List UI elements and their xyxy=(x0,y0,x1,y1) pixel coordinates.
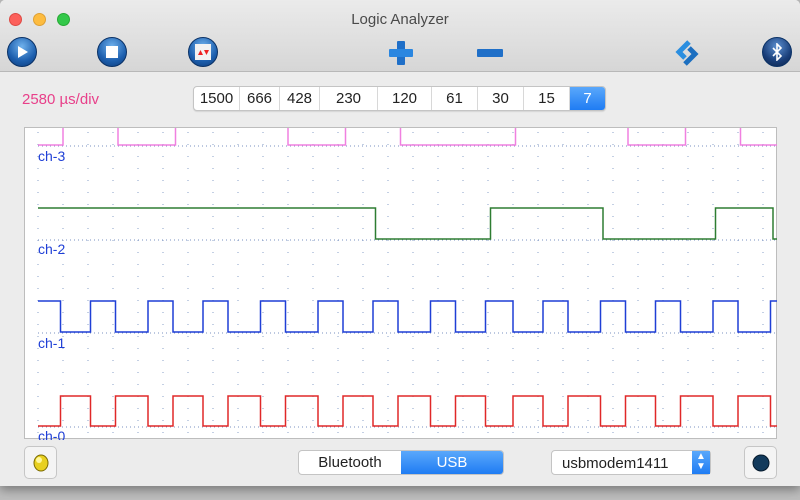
port-popup[interactable]: usbmodem1411 ▲ ▼ xyxy=(551,450,711,475)
timebase-label: 2580 µs/div xyxy=(22,91,100,108)
channel-label: ch-3 xyxy=(38,148,65,164)
channel-label: ch-1 xyxy=(38,335,65,351)
yellow-led-icon xyxy=(33,454,48,471)
timebase-selector[interactable]: 1500 666 428 230 120 61 30 15 7 xyxy=(193,86,606,111)
trigger-button[interactable] xyxy=(188,37,218,67)
sync-icon[interactable] xyxy=(673,40,701,66)
connection-option-bluetooth[interactable]: Bluetooth xyxy=(299,451,401,474)
app-window: Logic Analyzer 2580 µs/div 1500 666 428 230… xyxy=(0,0,800,486)
play-button[interactable] xyxy=(7,37,37,67)
timebase-option-1500[interactable]: 1500 xyxy=(194,87,240,110)
led-button[interactable] xyxy=(24,446,57,479)
updown-chevron-icon: ▲ ▼ xyxy=(692,451,710,474)
timebase-option-428[interactable]: 428 xyxy=(280,87,320,110)
waveform-ch-0 xyxy=(38,395,777,427)
stop-icon xyxy=(106,46,118,58)
zoom-in-plus-icon[interactable] xyxy=(388,40,414,66)
status-button[interactable] xyxy=(744,446,777,479)
window-title: Logic Analyzer xyxy=(351,11,449,28)
port-value: usbmodem1411 xyxy=(562,455,669,472)
timebase-option-7[interactable]: 7 xyxy=(570,87,605,110)
waveform-ch-3 xyxy=(38,128,777,146)
play-icon xyxy=(18,46,28,58)
channel-label: ch-0 xyxy=(38,428,65,440)
connection-option-usb[interactable]: USB xyxy=(401,451,503,474)
waveform-plot: ch-3 ch-2 ch-1 ch-0 xyxy=(24,127,777,440)
stop-button[interactable] xyxy=(97,37,127,67)
timebase-option-30[interactable]: 30 xyxy=(478,87,524,110)
trigger-icon xyxy=(195,44,211,60)
channel-label: ch-2 xyxy=(38,241,65,257)
waveform-ch-1 xyxy=(38,300,777,333)
title-toolbar: Logic Analyzer xyxy=(0,0,800,72)
timebase-option-61[interactable]: 61 xyxy=(432,87,478,110)
bluetooth-icon xyxy=(772,43,783,61)
timebase-option-15[interactable]: 15 xyxy=(524,87,570,110)
connection-selector[interactable]: Bluetooth USB xyxy=(298,450,504,475)
timebase-option-120[interactable]: 120 xyxy=(378,87,432,110)
waveform-svg: ch-3 ch-2 ch-1 ch-0 xyxy=(37,128,777,440)
timebase-option-230[interactable]: 230 xyxy=(320,87,378,110)
timebase-option-666[interactable]: 666 xyxy=(240,87,280,110)
zoom-out-minus-icon[interactable] xyxy=(477,48,503,58)
dark-led-icon xyxy=(752,454,769,471)
waveform-ch-2 xyxy=(38,207,777,240)
bluetooth-button[interactable] xyxy=(762,37,792,67)
